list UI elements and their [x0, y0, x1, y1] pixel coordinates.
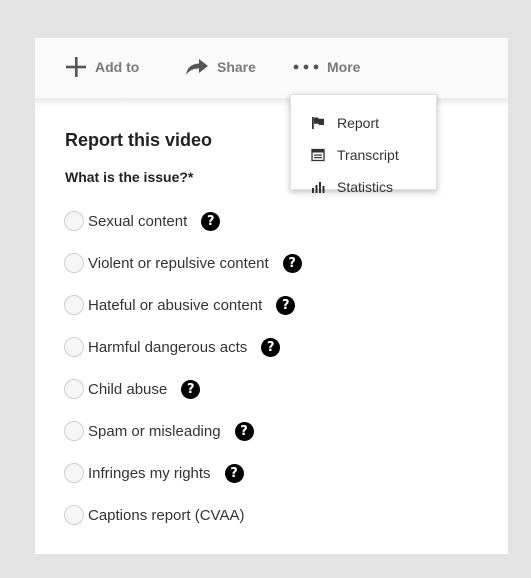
menu-item-label: Statistics — [337, 179, 394, 195]
option-hateful-content[interactable]: Hateful or abusive content ? — [64, 292, 296, 318]
share-arrow-icon — [185, 58, 209, 76]
share-label: Share — [217, 59, 256, 75]
radio-button[interactable] — [64, 253, 84, 273]
plus-icon — [65, 56, 87, 78]
radio-button[interactable] — [64, 505, 84, 525]
option-child-abuse[interactable]: Child abuse ? — [64, 376, 201, 402]
bar-chart-icon — [311, 180, 325, 194]
menu-item-report[interactable]: Report — [311, 112, 379, 134]
menu-item-label: Report — [337, 115, 380, 131]
option-infringes-rights[interactable]: Infringes my rights ? — [64, 460, 244, 486]
radio-button[interactable] — [64, 463, 84, 483]
transcript-icon — [311, 148, 325, 162]
option-violent-content[interactable]: Violent or repulsive content ? — [64, 250, 302, 276]
more-button[interactable]: More — [293, 55, 360, 79]
option-captions-report[interactable]: Captions report (CVAA) — [64, 502, 244, 528]
option-label: Spam or misleading — [88, 422, 221, 440]
radio-button[interactable] — [64, 295, 84, 315]
add-to-label: Add to — [95, 59, 140, 75]
option-label: Sexual content — [88, 212, 188, 230]
radio-button[interactable] — [64, 379, 84, 399]
menu-item-label: Transcript — [337, 147, 399, 163]
share-button[interactable]: Share — [185, 55, 256, 79]
menu-item-statistics[interactable]: Statistics — [311, 176, 393, 198]
option-sexual-content[interactable]: Sexual content ? — [64, 208, 221, 234]
help-icon[interactable]: ? — [224, 463, 244, 483]
option-label: Harmful dangerous acts — [88, 338, 248, 356]
help-icon[interactable]: ? — [282, 253, 302, 273]
toolbar-shadow — [35, 99, 508, 107]
more-dropdown-menu: Report Transcript Statistics — [290, 94, 437, 195]
option-label: Violent or repulsive content — [88, 254, 269, 272]
radio-button[interactable] — [64, 337, 84, 357]
help-icon[interactable]: ? — [276, 295, 296, 315]
option-harmful-acts[interactable]: Harmful dangerous acts ? — [64, 334, 281, 360]
option-label: Hateful or abusive content — [88, 296, 263, 314]
help-icon[interactable]: ? — [181, 379, 201, 399]
option-label: Child abuse — [88, 380, 168, 398]
option-label: Captions report (CVAA) — [88, 506, 245, 524]
flag-icon — [311, 116, 325, 130]
help-icon[interactable]: ? — [201, 211, 221, 231]
issue-question: What is the issue?* — [65, 169, 194, 185]
add-to-button[interactable]: Add to — [65, 55, 139, 79]
more-label: More — [327, 59, 361, 75]
option-label: Infringes my rights — [88, 464, 211, 482]
help-icon[interactable]: ? — [261, 337, 281, 357]
video-action-toolbar: Add to Share More — [35, 38, 508, 99]
help-icon[interactable]: ? — [234, 421, 254, 441]
more-dots-icon — [293, 64, 319, 70]
radio-button[interactable] — [64, 421, 84, 441]
menu-item-transcript[interactable]: Transcript — [311, 144, 399, 166]
report-card: Add to Share More Report this video What… — [35, 38, 508, 554]
option-spam[interactable]: Spam or misleading ? — [64, 418, 254, 444]
page-title: Report this video — [65, 130, 213, 150]
radio-button[interactable] — [64, 211, 84, 231]
